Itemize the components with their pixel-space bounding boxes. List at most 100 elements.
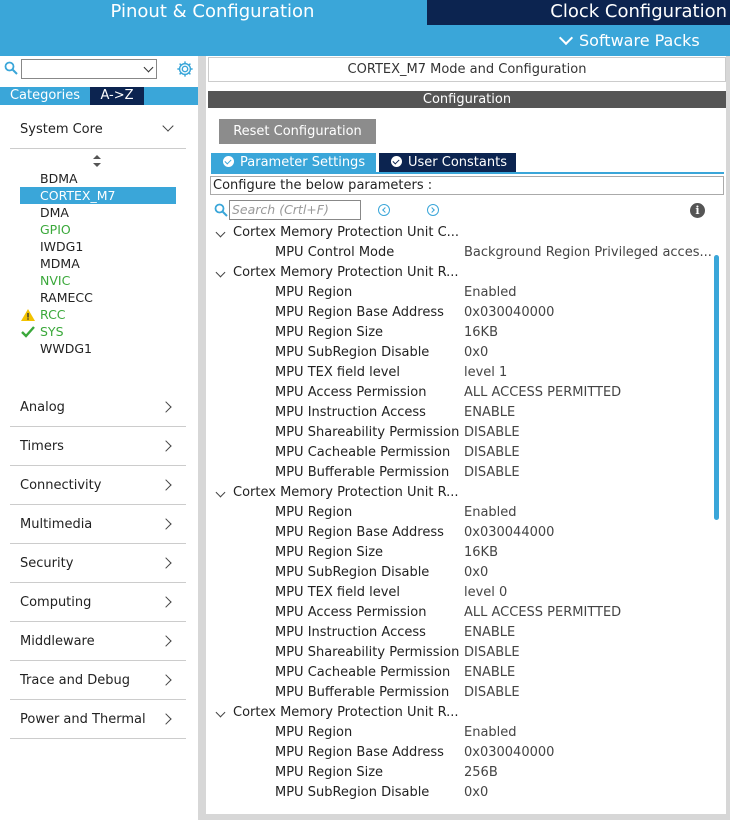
parameter-value[interactable]: 0x0 — [464, 565, 488, 580]
system-core-item[interactable]: RCC — [40, 306, 66, 323]
sort-icon[interactable] — [92, 155, 102, 167]
parameter-row[interactable]: MPU SubRegion Disable 0x0 — [208, 564, 712, 584]
category-system-core[interactable]: System Core — [10, 113, 186, 149]
parameter-value[interactable]: 16KB — [464, 545, 498, 560]
mode-and-configuration-header: CORTEX_M7 Mode and Configuration — [208, 57, 726, 82]
parameter-row[interactable]: MPU TEX field level level 1 — [208, 364, 712, 384]
next-match-icon[interactable] — [427, 204, 439, 216]
category-connectivity[interactable]: Connectivity — [10, 469, 186, 505]
system-core-item[interactable]: SYS — [40, 323, 64, 340]
parameter-row[interactable]: MPU Region Enabled — [208, 504, 712, 524]
tab-pinout-configuration[interactable]: Pinout & Configuration — [0, 0, 425, 25]
parameter-value[interactable]: Enabled — [464, 725, 517, 740]
parameter-group[interactable]: Cortex Memory Protection Unit R... — [208, 484, 712, 504]
parameter-value[interactable]: ENABLE — [464, 665, 515, 680]
parameter-value[interactable]: ALL ACCESS PERMITTED — [464, 605, 621, 620]
parameter-row[interactable]: MPU TEX field level level 0 — [208, 584, 712, 604]
parameter-row[interactable]: MPU Instruction Access ENABLE — [208, 624, 712, 644]
parameter-value[interactable]: 0x030044000 — [464, 525, 554, 540]
parameter-value[interactable]: 0x030040000 — [464, 305, 554, 320]
parameter-row[interactable]: MPU Region Size 16KB — [208, 324, 712, 344]
parameter-value[interactable]: 0x0 — [464, 785, 488, 800]
parameter-row[interactable]: MPU Region Enabled — [208, 284, 712, 304]
system-core-item[interactable]: WWDG1 — [40, 340, 92, 357]
chevron-down-icon[interactable] — [215, 707, 226, 718]
tab-a-z[interactable]: A->Z — [90, 87, 144, 105]
parameter-value[interactable]: DISABLE — [464, 685, 520, 700]
tab-parameter-settings[interactable]: Parameter Settings — [211, 153, 376, 172]
parameter-value[interactable]: ALL ACCESS PERMITTED — [464, 385, 621, 400]
parameter-value[interactable]: DISABLE — [464, 465, 520, 480]
category-analog[interactable]: Analog — [10, 391, 186, 427]
category-middleware[interactable]: Middleware — [10, 625, 186, 661]
system-core-item[interactable]: CORTEX_M7 — [40, 187, 115, 204]
component-search-combo[interactable] — [21, 59, 157, 79]
system-core-item[interactable]: NVIC — [40, 272, 70, 289]
parameter-row[interactable]: MPU Shareability Permission DISABLE — [208, 424, 712, 444]
system-core-item[interactable]: GPIO — [40, 221, 71, 238]
software-packs-menu[interactable]: Software Packs — [555, 29, 730, 53]
reset-configuration-button[interactable]: Reset Configuration — [219, 119, 376, 144]
parameter-value[interactable]: 0x0 — [464, 345, 488, 360]
parameter-row[interactable]: MPU Region Base Address 0x030040000 — [208, 304, 712, 324]
parameter-row[interactable]: MPU Cacheable Permission ENABLE — [208, 664, 712, 684]
category-security[interactable]: Security — [10, 547, 186, 583]
parameter-value[interactable]: Background Region Privileged acces... — [464, 245, 712, 260]
system-core-item[interactable]: RAMECC — [40, 289, 93, 306]
parameter-value[interactable]: DISABLE — [464, 645, 520, 660]
chevron-right-icon — [160, 635, 172, 647]
tab-clock-configuration[interactable]: Clock Configuration — [427, 0, 730, 25]
parameter-group[interactable]: Cortex Memory Protection Unit C... — [208, 224, 712, 244]
parameter-row[interactable]: MPU Region Size 16KB — [208, 544, 712, 564]
parameter-value[interactable]: ENABLE — [464, 405, 515, 420]
parameter-row[interactable]: MPU Access Permission ALL ACCESS PERMITTE… — [208, 604, 712, 624]
category-timers[interactable]: Timers — [10, 430, 186, 466]
parameter-row[interactable]: MPU Region Size 256B — [208, 764, 712, 784]
parameter-row[interactable]: MPU Region Enabled — [208, 724, 712, 744]
category-label: Trace and Debug — [20, 673, 130, 688]
parameter-value[interactable]: level 1 — [464, 365, 507, 380]
parameter-row[interactable]: MPU Control Mode Background Region Privil… — [208, 244, 712, 264]
parameter-value[interactable]: ENABLE — [464, 625, 515, 640]
parameter-row[interactable]: MPU SubRegion Disable 0x0 — [208, 784, 712, 804]
chevron-down-icon[interactable] — [215, 487, 226, 498]
parameter-value[interactable]: level 0 — [464, 585, 507, 600]
parameter-value[interactable]: Enabled — [464, 285, 517, 300]
category-multimedia[interactable]: Multimedia — [10, 508, 186, 544]
parameter-row[interactable]: MPU Region Base Address 0x030040000 — [208, 744, 712, 764]
system-core-item[interactable]: DMA — [40, 204, 69, 221]
category-computing[interactable]: Computing — [10, 586, 186, 622]
parameter-row[interactable]: MPU Bufferable Permission DISABLE — [208, 464, 712, 484]
parameter-value[interactable]: 256B — [464, 765, 498, 780]
info-icon[interactable]: i — [690, 203, 705, 218]
parameter-row[interactable]: MPU SubRegion Disable 0x0 — [208, 344, 712, 364]
parameter-value[interactable]: 16KB — [464, 325, 498, 340]
parameter-row[interactable]: MPU Bufferable Permission DISABLE — [208, 684, 712, 704]
system-core-item[interactable]: IWDG1 — [40, 238, 83, 255]
parameter-value[interactable]: DISABLE — [464, 445, 520, 460]
chevron-down-icon[interactable] — [215, 267, 226, 278]
tab-user-constants[interactable]: User Constants — [379, 153, 516, 172]
parameter-group[interactable]: Cortex Memory Protection Unit R... — [208, 704, 712, 724]
panel-splitter[interactable] — [198, 56, 206, 820]
chevron-down-icon[interactable] — [215, 227, 226, 238]
parameter-group[interactable]: Cortex Memory Protection Unit R... — [208, 264, 712, 284]
previous-match-icon[interactable] — [378, 204, 390, 216]
parameter-value[interactable]: Enabled — [464, 505, 517, 520]
tab-categories[interactable]: Categories — [3, 87, 87, 105]
parameter-value[interactable]: DISABLE — [464, 425, 520, 440]
system-core-item[interactable]: MDMA — [40, 255, 80, 272]
parameter-name: MPU SubRegion Disable — [275, 785, 430, 800]
parameter-row[interactable]: MPU Access Permission ALL ACCESS PERMITTE… — [208, 384, 712, 404]
parameter-row[interactable]: MPU Instruction Access ENABLE — [208, 404, 712, 424]
scrollbar-thumb[interactable] — [714, 255, 719, 520]
system-core-item[interactable]: BDMA — [40, 170, 78, 187]
category-power-and-thermal[interactable]: Power and Thermal — [10, 703, 186, 739]
parameter-value[interactable]: 0x030040000 — [464, 745, 554, 760]
parameter-row[interactable]: MPU Region Base Address 0x030044000 — [208, 524, 712, 544]
parameter-search-input[interactable]: Search (Crtl+F) — [229, 200, 361, 220]
gear-icon[interactable] — [176, 60, 194, 78]
parameter-row[interactable]: MPU Cacheable Permission DISABLE — [208, 444, 712, 464]
parameter-row[interactable]: MPU Shareability Permission DISABLE — [208, 644, 712, 664]
category-trace-and-debug[interactable]: Trace and Debug — [10, 664, 186, 700]
